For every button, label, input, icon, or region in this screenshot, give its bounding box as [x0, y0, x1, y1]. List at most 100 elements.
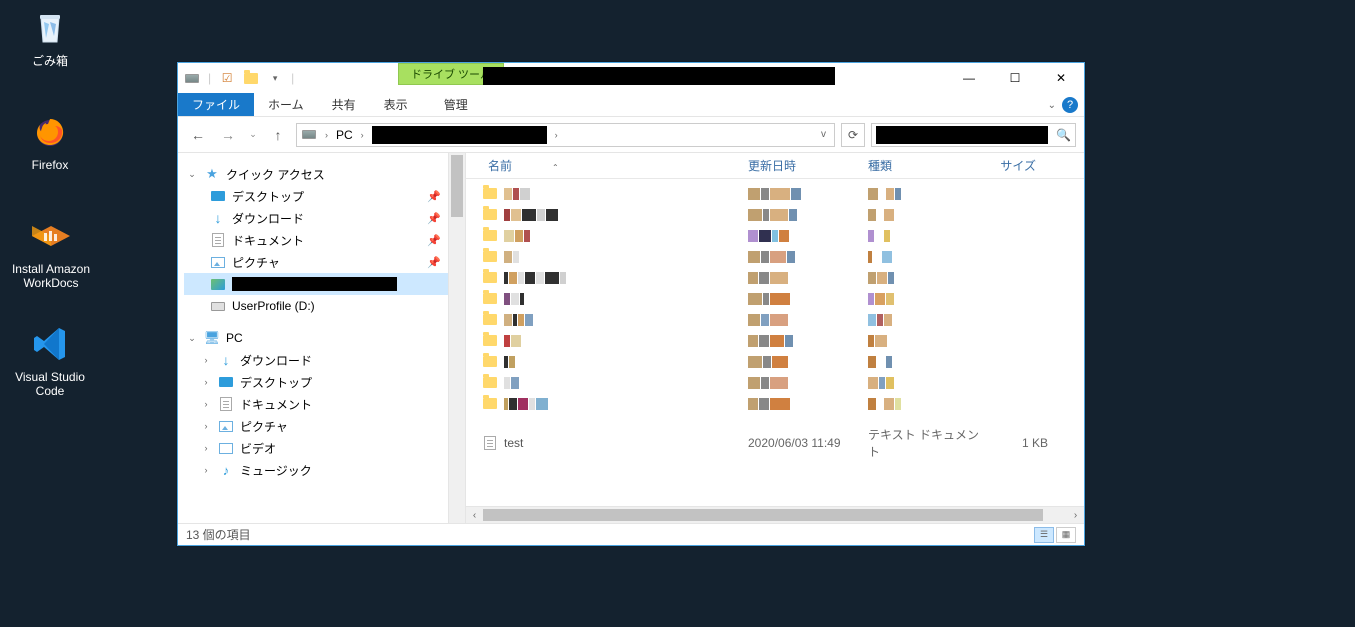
list-item[interactable] [482, 183, 1084, 204]
tree-downloads[interactable]: ↓ ダウンロード 📌 [184, 207, 465, 229]
breadcrumb-separator-icon[interactable]: › [321, 130, 332, 140]
image-icon [210, 276, 226, 292]
expander-icon[interactable]: ⌄ [186, 333, 198, 344]
column-name[interactable]: 名前⌃ [482, 157, 742, 174]
title-bar[interactable]: | ☑ ▾ | ドライブ ツール ― ☐ ✕ [178, 63, 1084, 93]
nav-back-button[interactable]: ← [186, 123, 210, 147]
folder-icon [482, 207, 498, 223]
tree-pc-videos[interactable]: › ビデオ [184, 437, 465, 459]
minimize-button[interactable]: ― [946, 63, 992, 93]
status-item-count: 13 個の項目 [186, 526, 251, 543]
desktop-icon-workdocs[interactable]: Install AmazonWorkDocs [6, 214, 96, 290]
list-item[interactable] [482, 351, 1084, 372]
ribbon-expand-icon[interactable]: ⌄ [1048, 100, 1056, 111]
monitor-icon [210, 188, 226, 204]
tree-pictures[interactable]: ピクチャ 📌 [184, 251, 465, 273]
desktop-icon-recycle-bin[interactable]: ごみ箱 [10, 6, 90, 68]
column-type[interactable]: 種類 [862, 157, 982, 174]
tree-pc-desktop[interactable]: › デスクトップ [184, 371, 465, 393]
tree-label: PC [226, 331, 243, 345]
tree-documents[interactable]: ドキュメント 📌 [184, 229, 465, 251]
list-item[interactable] [482, 393, 1084, 414]
expander-icon[interactable]: › [200, 421, 212, 431]
recycle-bin-icon [28, 6, 72, 50]
qat-dropdown-icon[interactable]: ▾ [267, 70, 283, 86]
column-date[interactable]: 更新日時 [742, 157, 862, 174]
tree-pc[interactable]: ⌄ 🖥 PC [184, 327, 465, 349]
search-placeholder-redacted [876, 126, 1048, 144]
tree-selected-drive[interactable] [184, 273, 465, 295]
desktop-label: Firefox [10, 158, 90, 172]
list-item[interactable] [482, 246, 1084, 267]
firefox-icon [28, 110, 72, 154]
breadcrumb-redacted[interactable] [372, 126, 547, 144]
tree-pc-documents[interactable]: › ドキュメント [184, 393, 465, 415]
view-details-button[interactable]: ☰ [1034, 527, 1054, 543]
list-item[interactable] [482, 309, 1084, 330]
maximize-button[interactable]: ☐ [992, 63, 1038, 93]
scroll-right-icon[interactable]: › [1067, 510, 1084, 521]
vscode-icon [28, 322, 72, 366]
search-icon[interactable]: 🔍 [1056, 128, 1071, 142]
list-item[interactable] [482, 372, 1084, 393]
breadcrumb-pc[interactable]: PC [336, 128, 353, 142]
help-icon[interactable]: ? [1062, 97, 1078, 113]
pin-icon: 📌 [427, 212, 441, 225]
expander-icon[interactable]: › [200, 377, 212, 387]
list-item[interactable] [482, 204, 1084, 225]
nav-history-dropdown[interactable]: ⌄ [246, 123, 260, 147]
expander-icon[interactable]: › [200, 443, 212, 453]
view-large-icons-button[interactable]: ▦ [1056, 527, 1076, 543]
drive-icon [301, 127, 317, 143]
nav-up-button[interactable]: ↑ [266, 123, 290, 147]
address-bar-row: ← → ⌄ ↑ › PC › › v ⟳ 🔍 [178, 117, 1084, 153]
desktop-label: ごみ箱 [10, 54, 90, 68]
star-icon: ★ [204, 166, 220, 182]
breadcrumb-separator-icon[interactable]: › [357, 130, 368, 140]
close-button[interactable]: ✕ [1038, 63, 1084, 93]
tab-view[interactable]: 表示 [370, 93, 422, 116]
search-input[interactable]: 🔍 [871, 123, 1076, 147]
folder-icon[interactable] [243, 70, 259, 86]
desktop-icon-firefox[interactable]: Firefox [10, 110, 90, 172]
monitor-icon [218, 374, 234, 390]
tree-desktop[interactable]: デスクトップ 📌 [184, 185, 465, 207]
address-dropdown-icon[interactable]: v [821, 129, 830, 140]
tree-label: ドキュメント [240, 396, 312, 413]
list-item[interactable] [482, 225, 1084, 246]
tab-file[interactable]: ファイル [178, 93, 254, 116]
folder-icon [482, 396, 498, 412]
tab-manage[interactable]: 管理 [430, 93, 482, 116]
expander-icon[interactable]: ⌄ [186, 169, 198, 180]
scroll-left-icon[interactable]: ‹ [466, 510, 483, 521]
expander-icon[interactable]: › [200, 465, 212, 475]
pc-icon: 🖥 [204, 330, 220, 346]
tree-pc-pictures[interactable]: › ピクチャ [184, 415, 465, 437]
desktop-icon-vscode[interactable]: Visual Studio Code [0, 322, 100, 398]
tree-quick-access[interactable]: ⌄ ★ クイック アクセス [184, 163, 465, 185]
tree-pc-downloads[interactable]: › ↓ ダウンロード [184, 349, 465, 371]
nav-scrollbar[interactable] [448, 153, 465, 523]
refresh-button[interactable]: ⟳ [841, 123, 865, 147]
nav-forward-button[interactable]: → [216, 123, 240, 147]
expander-icon[interactable]: › [200, 355, 212, 365]
tab-home[interactable]: ホーム [254, 93, 318, 116]
breadcrumb-separator-icon[interactable]: › [551, 130, 562, 140]
horizontal-scrollbar[interactable]: ‹ › [466, 506, 1084, 523]
folder-icon [482, 354, 498, 370]
tree-label: ダウンロード [240, 352, 312, 369]
properties-icon[interactable]: ☑ [219, 70, 235, 86]
tab-share[interactable]: 共有 [318, 93, 370, 116]
column-size[interactable]: サイズ [982, 157, 1042, 174]
video-icon [218, 440, 234, 456]
list-item[interactable] [482, 330, 1084, 351]
list-item[interactable] [482, 267, 1084, 288]
expander-icon[interactable]: › [200, 399, 212, 409]
address-bar[interactable]: › PC › › v [296, 123, 835, 147]
tree-userprofile[interactable]: UserProfile (D:) [184, 295, 465, 317]
list-item[interactable] [482, 288, 1084, 309]
file-list[interactable]: test 2020/06/03 11:49 テキスト ドキュメント 1 KB [466, 179, 1084, 506]
desktop-label: Visual Studio Code [0, 370, 100, 398]
list-item-test[interactable]: test 2020/06/03 11:49 テキスト ドキュメント 1 KB [482, 432, 1084, 453]
tree-pc-music[interactable]: › ♪ ミュージック [184, 459, 465, 481]
